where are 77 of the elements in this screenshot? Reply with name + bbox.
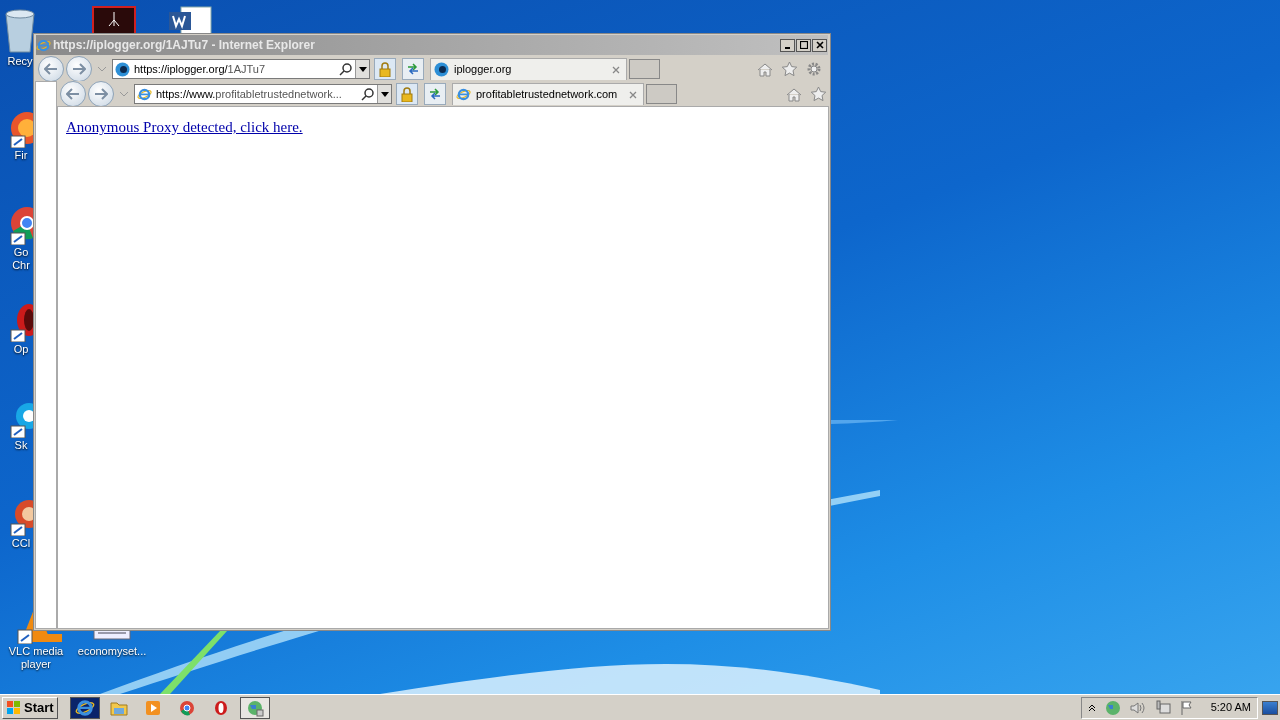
network-icon[interactable] [1154, 699, 1171, 716]
padlock-icon [401, 86, 413, 102]
chrome-icon [178, 699, 195, 716]
icon-label: VLC media player [8, 645, 64, 671]
internet-explorer-icon [36, 37, 51, 53]
dropdown-button[interactable] [355, 60, 369, 78]
tab-label: profitabletrustednetwork.com [476, 87, 619, 103]
internet-explorer-icon [137, 86, 152, 102]
search-icon [339, 62, 352, 76]
refresh-arrows-icon [428, 88, 442, 100]
address-bar[interactable]: https://www.profitabletrustednetwork... [134, 84, 392, 104]
icon-label: CCl [11, 537, 31, 550]
dropdown-button[interactable] [377, 85, 391, 103]
play-icon [144, 699, 161, 716]
right-arrow-icon [72, 63, 86, 75]
forward-button[interactable] [88, 81, 114, 107]
padlock-icon [379, 61, 391, 77]
new-tab-button[interactable] [629, 59, 660, 79]
icon-label: Fir [14, 149, 28, 162]
left-arrow-icon [66, 88, 80, 100]
address-text: https://www.profitabletrustednetwork... [156, 86, 343, 102]
start-button[interactable]: Start [2, 696, 58, 719]
star-icon[interactable] [781, 61, 798, 77]
globe-icon[interactable] [1104, 699, 1121, 716]
icon-label: Op [13, 343, 29, 356]
minimize-button[interactable] [780, 38, 795, 52]
caret-icon [380, 91, 389, 97]
right-arrow-icon [94, 88, 108, 100]
eye-icon [115, 61, 130, 77]
taskbar-button[interactable] [239, 696, 270, 719]
speaker-icon[interactable] [1129, 700, 1146, 715]
back-button[interactable] [38, 56, 64, 82]
home-icon[interactable] [786, 86, 802, 102]
caret-icon [358, 66, 367, 72]
internet-explorer-icon [74, 697, 95, 718]
icon-label: Recy [7, 55, 33, 68]
address-text: https://iplogger.org/1AJTu7 [134, 61, 267, 77]
browser-tab[interactable]: profitabletrustednetwork.com [452, 83, 644, 105]
back-button[interactable] [60, 81, 86, 107]
proxy-link[interactable]: Anonymous Proxy detected, click here. [66, 119, 303, 135]
lock-button[interactable] [396, 83, 418, 105]
new-tab-button[interactable] [646, 84, 677, 104]
window-title: https://iplogger.org/1AJTu7 - Internet Explorer [53, 37, 316, 54]
icon-label: Go Chr [12, 246, 30, 272]
clock[interactable]: 5:20 AM [1210, 699, 1251, 716]
windows-logo-icon [6, 699, 22, 716]
icon-label: economyset... [77, 645, 147, 658]
compatibility-button[interactable] [402, 58, 424, 80]
tab-label: iplogger.org [454, 62, 513, 78]
settings-icon[interactable] [806, 61, 822, 77]
browser-tab[interactable]: iplogger.org [430, 58, 627, 80]
taskbar-button[interactable] [69, 696, 100, 719]
folder-icon [109, 699, 128, 716]
close-button[interactable] [812, 38, 827, 52]
maximize-icon [799, 41, 808, 49]
eye-icon [434, 62, 449, 77]
document-icon [92, 6, 136, 34]
lock-button[interactable] [374, 58, 396, 80]
left-arrow-icon [44, 63, 58, 75]
show-desktop-button[interactable] [1262, 700, 1278, 715]
address-bar[interactable]: https://iplogger.org/1AJTu7 [112, 59, 370, 79]
compatibility-button[interactable] [424, 83, 446, 105]
opera-icon [212, 699, 229, 716]
star-icon[interactable] [810, 86, 827, 102]
document-icon [167, 6, 213, 34]
forward-button[interactable] [66, 56, 92, 82]
internet-explorer-icon [456, 87, 471, 102]
maximize-button[interactable] [796, 38, 811, 52]
search-icon [361, 87, 374, 101]
icon-label: Sk [14, 439, 28, 452]
close-icon [629, 90, 637, 99]
home-icon[interactable] [757, 61, 773, 77]
close-icon [815, 41, 824, 49]
refresh-arrows-icon [406, 63, 420, 75]
close-icon [612, 65, 620, 74]
globe-icon [245, 698, 264, 717]
chevron-up-icon[interactable] [1087, 703, 1096, 712]
